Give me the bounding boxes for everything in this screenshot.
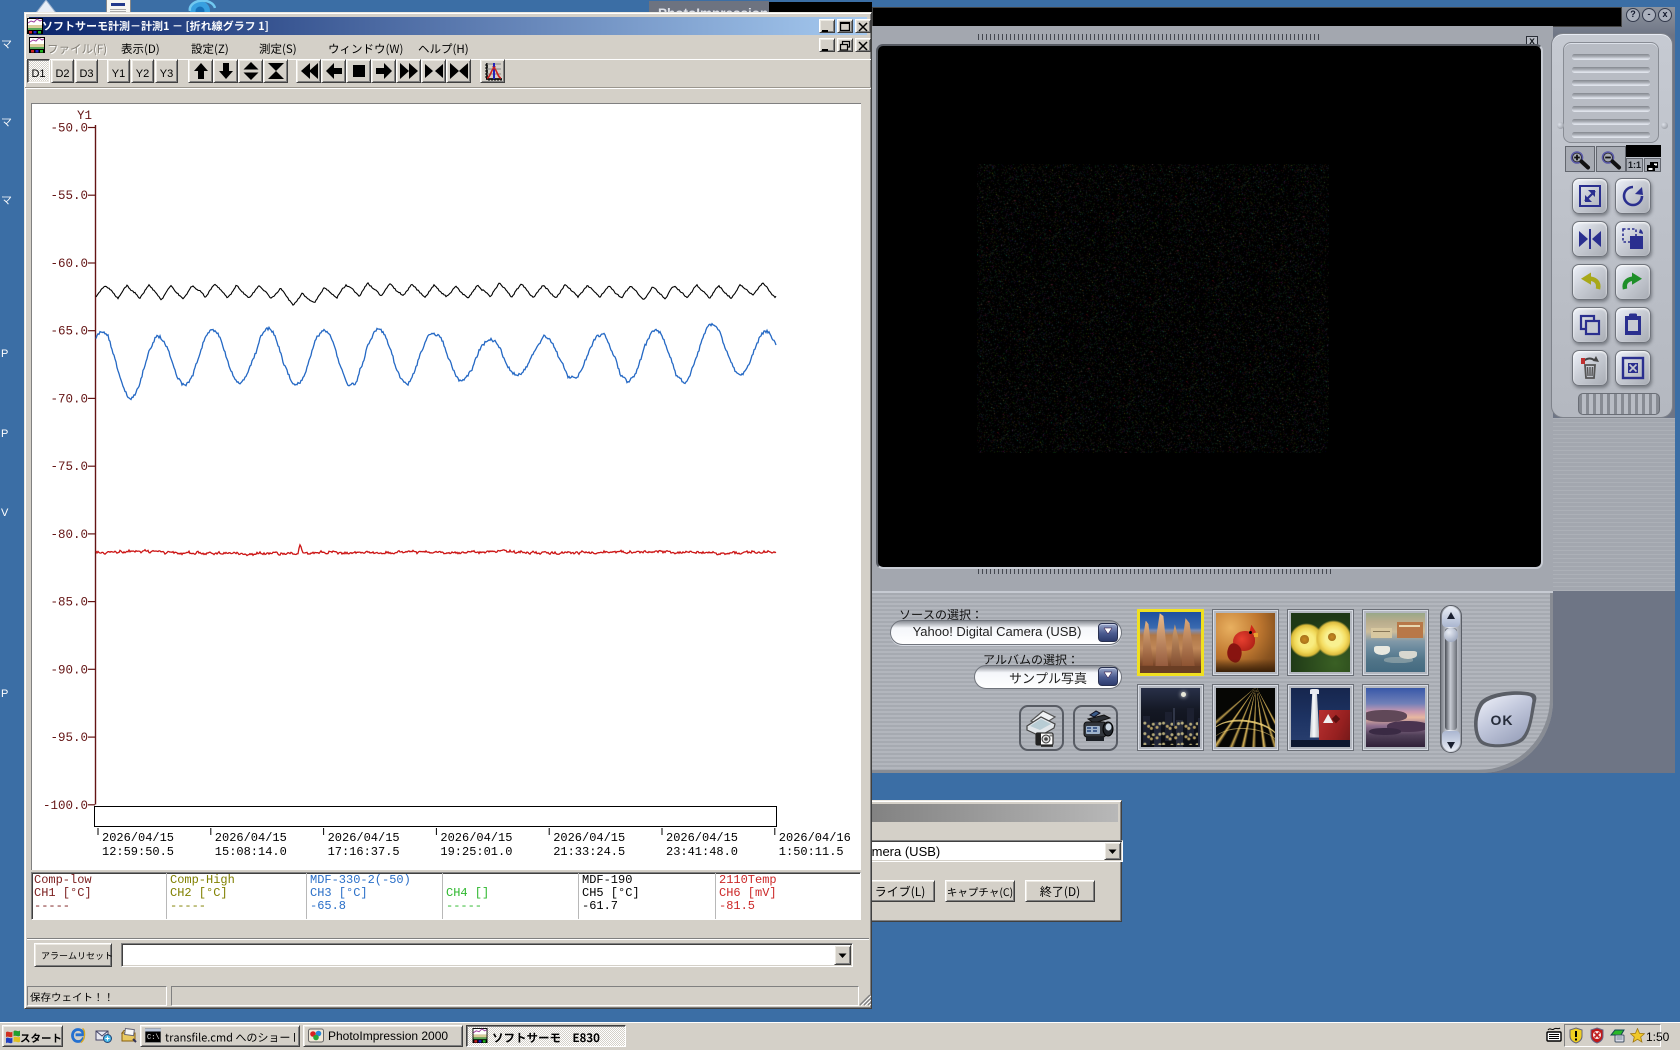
- svg-text:12:59:50.5: 12:59:50.5: [102, 845, 174, 859]
- svg-text:2026/04/15: 2026/04/15: [440, 831, 512, 845]
- svg-text:21:33:24.5: 21:33:24.5: [553, 845, 625, 859]
- svg-text:C:\: C:\: [147, 1034, 160, 1042]
- svg-text:-80.0: -80.0: [50, 528, 88, 542]
- svg-text:-90.0: -90.0: [50, 663, 88, 677]
- svg-text:Y1: Y1: [77, 109, 92, 123]
- svg-text:2026/04/15: 2026/04/15: [328, 831, 400, 845]
- svg-text:17:16:37.5: 17:16:37.5: [328, 845, 400, 859]
- svg-text:19:25:01.0: 19:25:01.0: [440, 845, 512, 859]
- svg-text:-60.0: -60.0: [50, 257, 88, 271]
- svg-text:-75.0: -75.0: [50, 460, 88, 474]
- svg-text:1:50:11.5: 1:50:11.5: [779, 845, 844, 859]
- svg-text:OK: OK: [1491, 712, 1514, 728]
- svg-text:2026/04/16: 2026/04/16: [779, 831, 851, 845]
- svg-text:15:08:14.0: 15:08:14.0: [215, 845, 287, 859]
- svg-text:-95.0: -95.0: [50, 731, 88, 745]
- svg-text:2026/04/15: 2026/04/15: [102, 831, 174, 845]
- svg-text:2026/04/15: 2026/04/15: [215, 831, 287, 845]
- svg-text:2026/04/15: 2026/04/15: [666, 831, 738, 845]
- svg-text:-70.0: -70.0: [50, 392, 88, 406]
- svg-text:-100.0: -100.0: [43, 799, 88, 813]
- svg-text:2026/04/15: 2026/04/15: [553, 831, 625, 845]
- svg-text:-65.0: -65.0: [50, 325, 88, 339]
- svg-text:23:41:48.0: 23:41:48.0: [666, 845, 738, 859]
- svg-text:-50.0: -50.0: [50, 122, 88, 136]
- svg-text:-55.0: -55.0: [50, 189, 88, 203]
- svg-text:-85.0: -85.0: [50, 596, 88, 610]
